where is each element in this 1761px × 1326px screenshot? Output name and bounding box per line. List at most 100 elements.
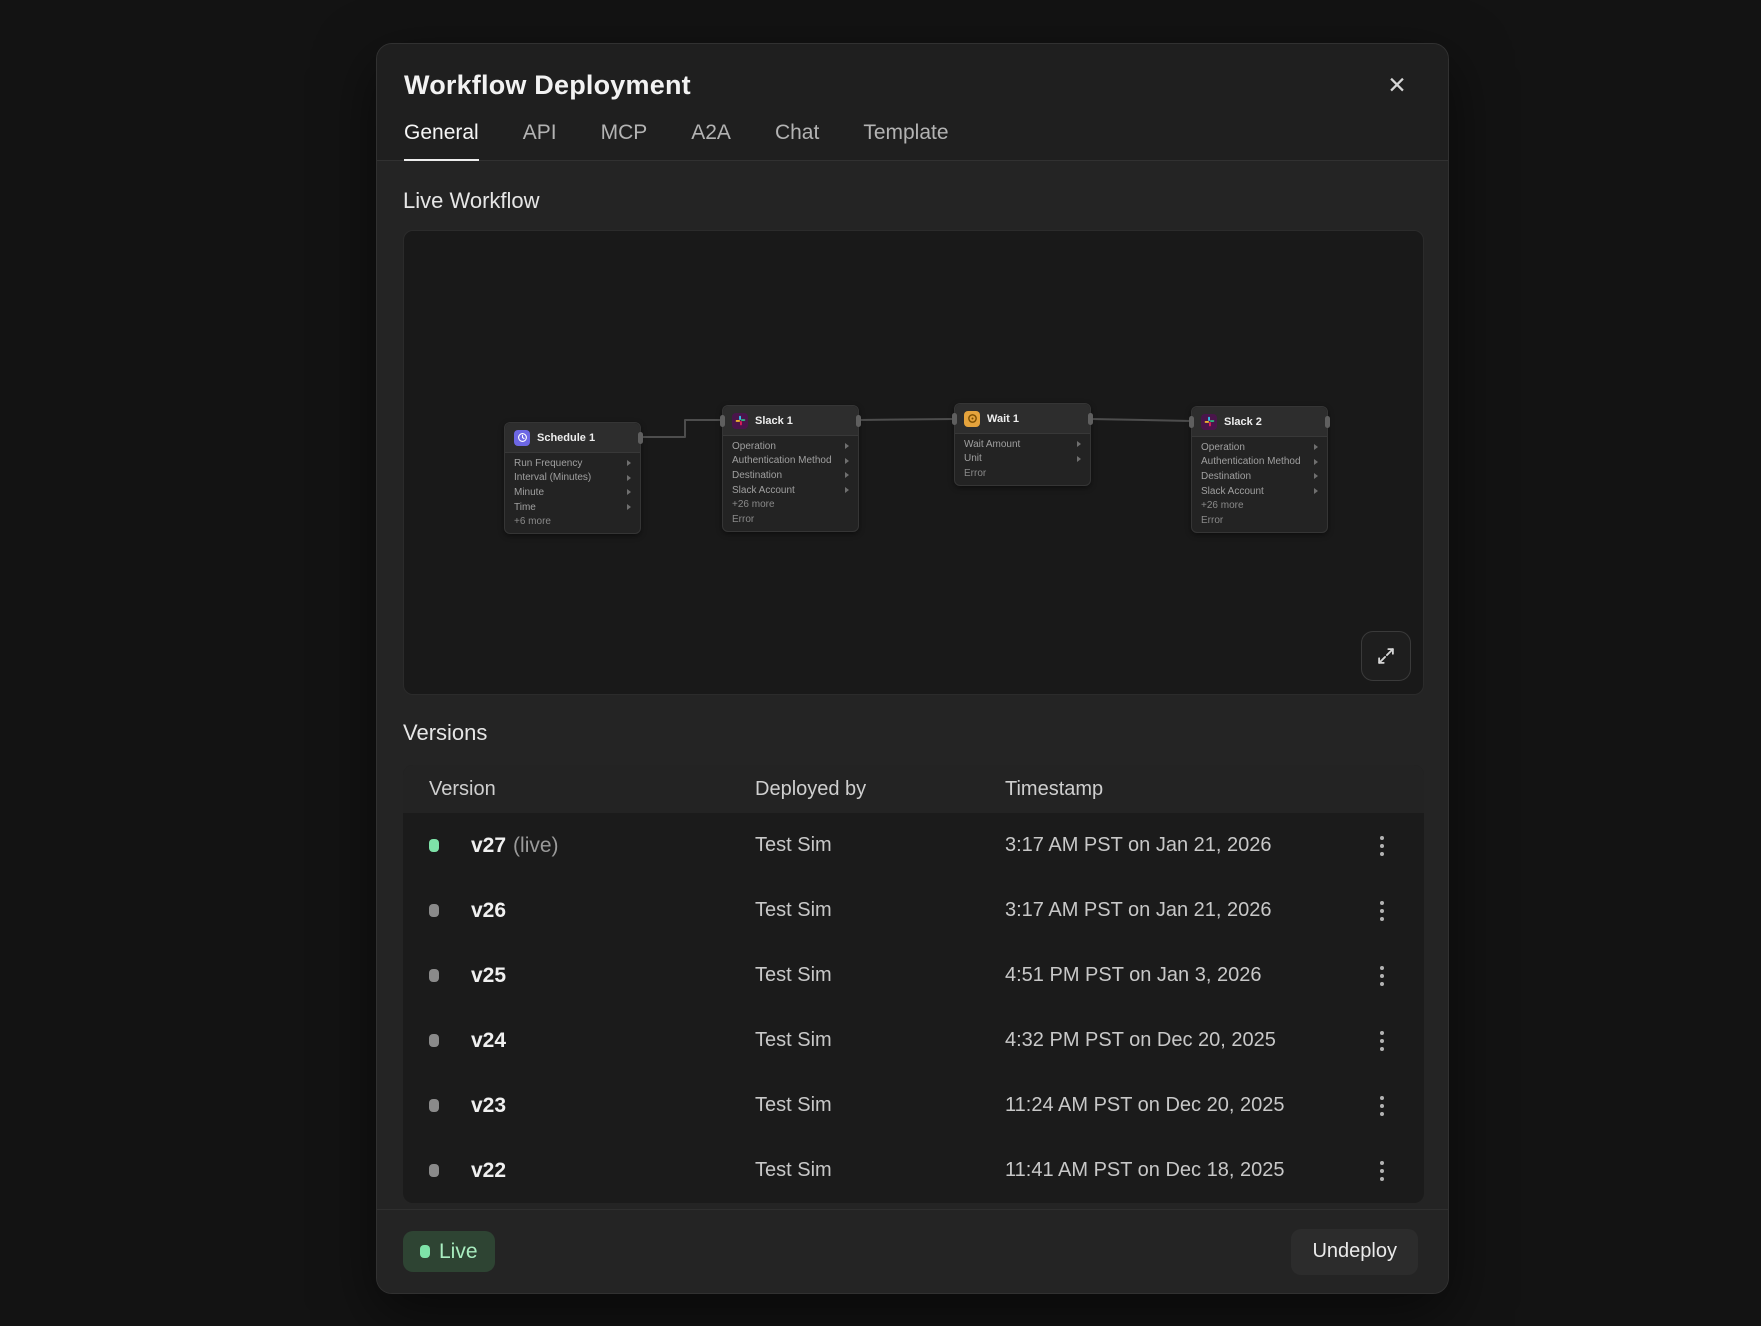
row-menu-button[interactable] (1364, 893, 1400, 929)
field-chevron-icon (1314, 488, 1318, 494)
status-dot (429, 1099, 439, 1112)
node-error-field: Error (723, 512, 858, 527)
tab-api[interactable]: API (523, 121, 557, 161)
status-dot (429, 969, 439, 982)
node-slack-1[interactable]: Slack 1 Operation Authentication Method … (722, 405, 859, 532)
version-label: v27(live) (471, 834, 755, 858)
expand-icon (1375, 645, 1397, 667)
tab-bar: General API MCP A2A Chat Template (404, 121, 1422, 160)
versions-heading: Versions (403, 720, 1422, 746)
node-title: Slack 1 (755, 415, 793, 427)
live-status-label: Live (439, 1240, 478, 1264)
workflow-deployment-dialog: Workflow Deployment ✕ General API MCP A2… (376, 43, 1449, 1294)
close-icon: ✕ (1387, 72, 1406, 99)
row-menu-button[interactable] (1364, 958, 1400, 994)
expand-canvas-button[interactable] (1361, 631, 1411, 681)
workflow-canvas[interactable]: Schedule 1 Run Frequency Interval (Minut… (403, 230, 1424, 695)
field-chevron-icon (1077, 441, 1081, 447)
connector-handle[interactable] (720, 415, 725, 427)
version-label: v23 (471, 1094, 755, 1118)
kebab-icon (1380, 1031, 1384, 1051)
node-more-fields: +6 more (505, 514, 640, 529)
kebab-icon (1380, 836, 1384, 856)
node-header: Slack 2 (1192, 407, 1327, 437)
node-header: Schedule 1 (505, 423, 640, 453)
node-field: Operation (1192, 440, 1327, 455)
column-header-deployed: Deployed by (755, 778, 1005, 801)
connector-handle[interactable] (952, 413, 957, 425)
node-fields: Operation Authentication Method Destinat… (723, 436, 858, 531)
close-button[interactable]: ✕ (1380, 68, 1414, 102)
node-field: Destination (1192, 469, 1327, 484)
connector-handle[interactable] (1325, 416, 1330, 428)
dialog-header: Workflow Deployment ✕ General API MCP A2… (377, 44, 1448, 161)
version-row[interactable]: v24 Test Sim 4:32 PM PST on Dec 20, 2025 (403, 1008, 1424, 1073)
version-row[interactable]: v27(live) Test Sim 3:17 AM PST on Jan 21… (403, 813, 1424, 878)
field-chevron-icon (1314, 473, 1318, 479)
node-field: Slack Account (723, 483, 858, 498)
node-title: Schedule 1 (537, 432, 595, 444)
version-row[interactable]: v23 Test Sim 11:24 AM PST on Dec 20, 202… (403, 1073, 1424, 1138)
field-chevron-icon (627, 504, 631, 510)
schedule-clock-icon (514, 430, 530, 446)
node-title: Slack 2 (1224, 416, 1262, 428)
version-row[interactable]: v26 Test Sim 3:17 AM PST on Jan 21, 2026 (403, 878, 1424, 943)
wait-timer-icon (964, 411, 980, 427)
versions-table: Version Deployed by Timestamp v27(live) … (403, 765, 1424, 1203)
tab-template[interactable]: Template (863, 121, 948, 161)
tab-a2a[interactable]: A2A (691, 121, 731, 161)
field-chevron-icon (845, 443, 849, 449)
node-error-field: Error (1192, 513, 1327, 528)
column-header-version: Version (429, 778, 755, 801)
column-header-timestamp: Timestamp (1005, 778, 1364, 801)
slack-icon (1201, 414, 1217, 430)
timestamp: 4:51 PM PST on Jan 3, 2026 (1005, 964, 1364, 987)
field-chevron-icon (1314, 459, 1318, 465)
connector-handle[interactable] (638, 432, 643, 444)
node-field: Destination (723, 468, 858, 483)
field-chevron-icon (845, 458, 849, 464)
row-menu-button[interactable] (1364, 1023, 1400, 1059)
dialog-title: Workflow Deployment (404, 70, 1422, 101)
node-field: Wait Amount (955, 437, 1090, 452)
node-wait-1[interactable]: Wait 1 Wait Amount Unit Error (954, 403, 1091, 486)
field-chevron-icon (1314, 444, 1318, 450)
node-schedule-1[interactable]: Schedule 1 Run Frequency Interval (Minut… (504, 422, 641, 534)
status-dot (429, 1164, 439, 1177)
connector-handle[interactable] (1088, 413, 1093, 425)
kebab-icon (1380, 1161, 1384, 1181)
node-field: Run Frequency (505, 456, 640, 471)
field-chevron-icon (1077, 456, 1081, 462)
slack-icon (732, 413, 748, 429)
deployed-by: Test Sim (755, 834, 1005, 857)
tab-mcp[interactable]: MCP (601, 121, 648, 161)
node-field: Time (505, 500, 640, 515)
undeploy-button[interactable]: Undeploy (1291, 1229, 1418, 1275)
node-field: Unit (955, 452, 1090, 467)
node-header: Slack 1 (723, 406, 858, 436)
timestamp: 3:17 AM PST on Jan 21, 2026 (1005, 899, 1364, 922)
node-field: Authentication Method (1192, 455, 1327, 470)
status-dot (429, 1034, 439, 1047)
node-slack-2[interactable]: Slack 2 Operation Authentication Method … (1191, 406, 1328, 533)
row-menu-button[interactable] (1364, 828, 1400, 864)
deployed-by: Test Sim (755, 899, 1005, 922)
node-field: Operation (723, 439, 858, 454)
version-label: v25 (471, 964, 755, 988)
node-field: Slack Account (1192, 484, 1327, 499)
tab-chat[interactable]: Chat (775, 121, 819, 161)
deployed-by: Test Sim (755, 1094, 1005, 1117)
live-suffix: (live) (513, 834, 559, 857)
connector-handle[interactable] (856, 415, 861, 427)
timestamp: 11:24 AM PST on Dec 20, 2025 (1005, 1094, 1364, 1117)
tab-general[interactable]: General (404, 121, 479, 161)
version-row[interactable]: v25 Test Sim 4:51 PM PST on Jan 3, 2026 (403, 943, 1424, 1008)
node-title: Wait 1 (987, 413, 1019, 425)
connector-handle[interactable] (1189, 416, 1194, 428)
timestamp: 3:17 AM PST on Jan 21, 2026 (1005, 834, 1364, 857)
row-menu-button[interactable] (1364, 1153, 1400, 1189)
version-label: v22 (471, 1159, 755, 1183)
row-menu-button[interactable] (1364, 1088, 1400, 1124)
version-row[interactable]: v22 Test Sim 11:41 AM PST on Dec 18, 202… (403, 1138, 1424, 1203)
deployed-by: Test Sim (755, 1159, 1005, 1182)
